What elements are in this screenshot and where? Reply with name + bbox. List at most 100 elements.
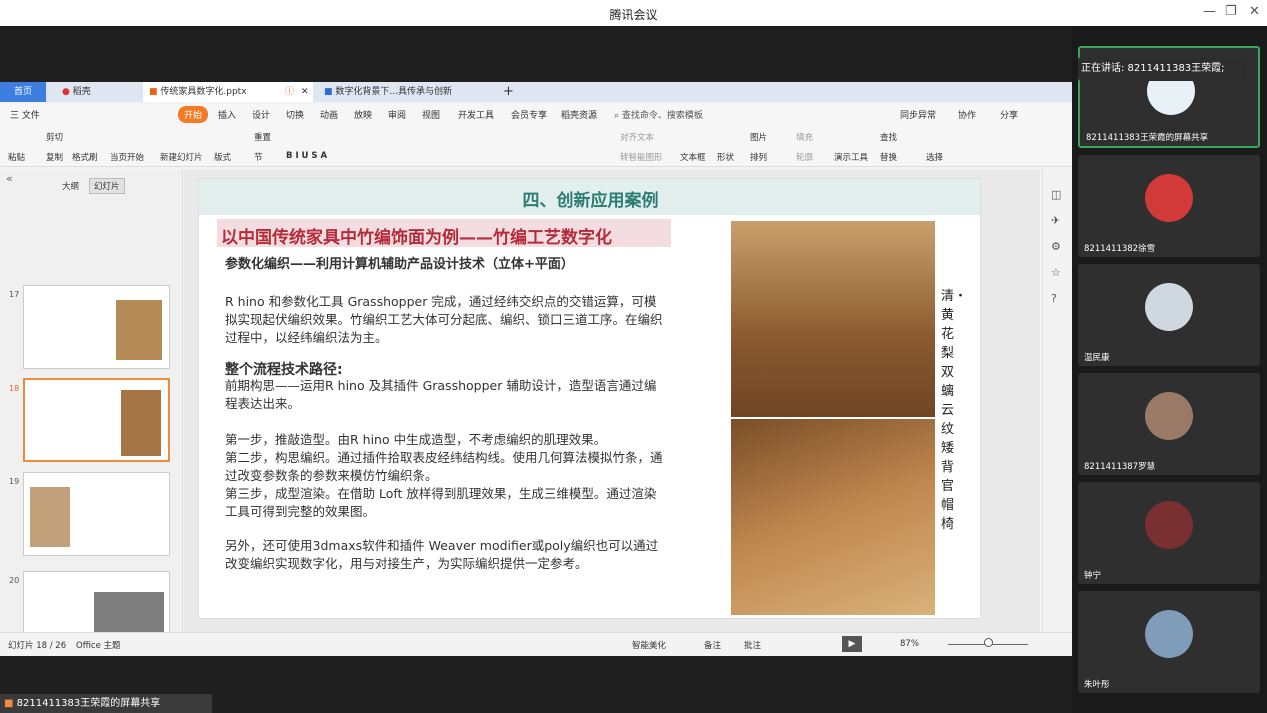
participants-panel: 8211411383王荣霞的屏幕共享 8211411382徐雪 温民康 8211… [1072,26,1267,713]
font-style-buttons[interactable]: B I U S A [286,151,327,161]
outline-button[interactable]: 轮廓 [796,151,813,163]
convert-smartart-button[interactable]: 转智能图形 [620,151,663,163]
minimize-icon[interactable]: — [1203,4,1216,19]
avatar [1145,174,1193,222]
paragraph-1: R hino 和参数化工具 Grasshopper 完成，通过经纬交织点的交错运… [225,294,663,345]
chair-photo-bottom [731,419,935,615]
participant-tile[interactable]: 钟宁 [1078,482,1260,584]
textbox-button[interactable]: 文本框 [680,151,706,163]
slide-header-band: 四、创新应用案例 [199,179,980,215]
slide-header: 四、创新应用案例 [522,191,659,211]
tab-slides[interactable]: 幻灯片 [89,178,125,194]
thumb-number: 20 [9,576,20,585]
menu-bar: 三 文件 开始 插入 设计 切换 动画 放映 审阅 视图 开发工具 会员专享 稻… [0,104,1072,124]
slide-subtitle: 参数化编织——利用计算机辅助产品设计技术（立体+平面） [225,257,574,272]
select-button[interactable]: 选择 [926,151,943,163]
arrange-button[interactable]: 排列 [750,151,767,163]
close-icon[interactable]: ✕ [1249,4,1260,19]
avatar [1145,501,1193,549]
participant-tile[interactable]: 8211411382徐雪 [1078,155,1260,257]
menu-review[interactable]: 审阅 [388,108,406,121]
format-painter-button[interactable]: 格式刷 [72,151,98,163]
layers-icon[interactable]: ◫ [1051,188,1061,201]
menu-view[interactable]: 视图 [422,108,440,121]
align-text-button[interactable]: 对齐文本 [620,131,654,143]
star-icon[interactable]: ☆ [1051,266,1061,279]
ribbon: 粘贴 剪切 复制 格式刷 当页开始 新建幻灯片 版式 重置 节 B I U S … [0,125,1072,167]
new-tab-icon[interactable]: + [497,82,514,102]
tab-pptx[interactable]: ■ 传统家具数字化.pptx ⓘ ✕ [143,82,313,102]
sync-status[interactable]: 同步异常 [900,108,936,121]
photo-caption: 清・黄花梨双螭云纹矮背官帽椅 [941,289,968,532]
menu-design[interactable]: 设计 [252,108,270,121]
menu-file[interactable]: 三 文件 [10,108,40,121]
avatar [1145,392,1193,440]
section-button[interactable]: 节 [254,151,263,163]
slide-thumbnail[interactable] [23,285,170,369]
search-command[interactable]: ⌕ 查找命令、搜索模板 [614,108,703,121]
replace-button[interactable]: 替换 [880,151,897,163]
new-slide-button[interactable]: 新建幻灯片 [160,151,203,163]
share-button[interactable]: 分享 [1000,108,1018,121]
tab-docer[interactable]: ● 稻壳 [56,82,136,102]
chair-photo-top [731,221,935,417]
section-heading: 整个流程技术路径: [225,362,343,378]
participant-tile[interactable]: 8211411387罗慧 [1078,373,1260,475]
participant-tile[interactable]: 温民康 [1078,264,1260,366]
reset-button[interactable]: 重置 [254,131,271,143]
step-3: 第三步，成型渲染。在借助 Loft 放样得到肌理效果，生成三维模型。通过渲染工具… [225,486,657,519]
slide-title: 以中国传统家具中竹编饰面为例——竹编工艺数字化 [221,228,612,248]
play-icon[interactable]: ▶ [842,636,862,652]
layout-button[interactable]: 版式 [214,151,231,163]
paste-button[interactable]: 粘贴 [8,151,25,163]
collapse-icon[interactable]: « [6,172,13,185]
slide-thumbnail[interactable] [23,472,170,556]
thumbnail-panel: « 大纲 幻灯片 17 18 19 20 + ☰ [0,170,183,708]
paragraph-3: 另外，还可使用3dmaxs软件和插件 Weaver modifier或poly编… [225,538,659,571]
zoom-level[interactable]: 87% [900,639,919,649]
zoom-handle[interactable] [984,638,993,647]
copy-button[interactable]: 复制 [46,151,63,163]
menu-transition[interactable]: 切换 [286,108,304,121]
tab-outline[interactable]: 大纲 [62,180,79,192]
close-tab-icon[interactable]: ✕ [301,82,309,102]
settings-icon[interactable]: ⚙ [1051,240,1061,253]
tab-bar: 首页 ● 稻壳 ■ 传统家具数字化.pptx ⓘ ✕ ■ 数字化背景下...具传承… [0,82,1072,102]
restore-icon[interactable]: ❐ [1225,4,1237,19]
word-icon: ■ [324,87,333,97]
step-2: 第二步，构思编织。通过插件拾取表皮经纬结构线。使用几何算法模拟竹条，通过改变参数… [225,450,663,483]
smart-beautify-button[interactable]: 智能美化 [632,639,666,651]
slide[interactable]: 四、创新应用案例 以中国传统家具中竹编饰面为例——竹编工艺数字化 参数化编织——… [198,178,981,619]
slide-thumbnail-active[interactable] [23,378,170,462]
rocket-icon[interactable]: ✈ [1051,214,1060,227]
participant-tile[interactable]: 朱叶彤 [1078,591,1260,693]
help-icon[interactable]: ? [1051,292,1057,305]
shape-button[interactable]: 形状 [717,151,734,163]
alert-icon: ⓘ [285,87,295,97]
find-button[interactable]: 查找 [880,131,897,143]
cut-button[interactable]: 剪切 [46,131,63,143]
ppt-icon: ■ [149,87,158,97]
menu-developer[interactable]: 开发工具 [458,108,494,121]
collab-button[interactable]: 协作 [958,108,976,121]
avatar [1145,610,1193,658]
tab-home[interactable]: 首页 [0,82,46,102]
from-current-button[interactable]: 当页开始 [110,151,144,163]
speaking-indicator: 正在讲话: 8211411383王荣霞; [1078,57,1245,81]
menu-slideshow[interactable]: 放映 [354,108,372,121]
notes-button[interactable]: 备注 [704,639,721,651]
comment-button[interactable]: 批注 [744,639,761,651]
present-tools-button[interactable]: 演示工具 [834,151,868,163]
picture-button[interactable]: 图片 [750,131,767,143]
search-icon: ⌕ [614,111,620,121]
menu-docer[interactable]: 稻壳资源 [561,108,597,121]
fill-button[interactable]: 填充 [796,131,813,143]
window-titlebar: 腾讯会议 — ❐ ✕ [0,0,1267,26]
step-1: 第一步，推敲造型。由R hino 中生成造型，不考虑编织的肌理效果。 [225,432,607,447]
menu-member[interactable]: 会员专享 [511,108,547,121]
menu-insert[interactable]: 插入 [218,108,236,121]
tab-doc2[interactable]: ■ 数字化背景下...具传承与创新 [318,82,483,102]
menu-home[interactable]: 开始 [178,106,209,123]
wps-window: 首页 ● 稻壳 ■ 传统家具数字化.pptx ⓘ ✕ ■ 数字化背景下...具传承… [0,82,1072,708]
menu-animation[interactable]: 动画 [320,108,338,121]
